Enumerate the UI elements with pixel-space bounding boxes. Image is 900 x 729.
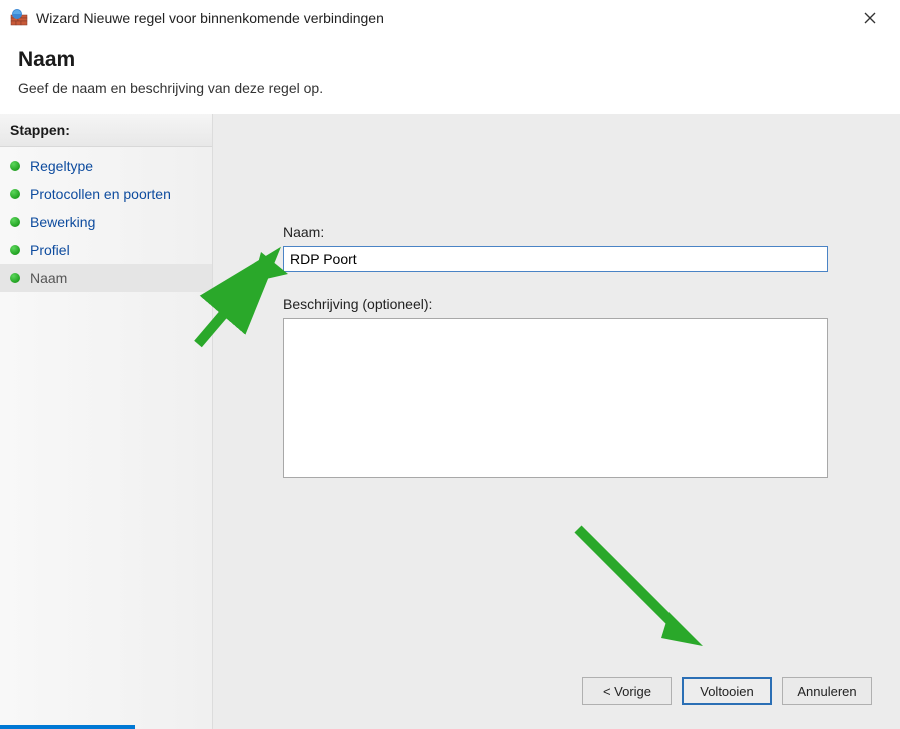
checkmark-icon bbox=[10, 245, 20, 255]
main-panel: Naam: Beschrijving (optioneel): bbox=[213, 114, 900, 729]
step-label: Regeltype bbox=[30, 158, 93, 174]
step-bewerking[interactable]: Bewerking bbox=[0, 208, 212, 236]
wizard-buttons: < Vorige Voltooien Annuleren bbox=[582, 677, 872, 705]
firewall-icon bbox=[10, 9, 28, 27]
step-naam[interactable]: Naam bbox=[0, 264, 212, 292]
annotation-arrow-icon bbox=[563, 514, 723, 674]
step-protocollen[interactable]: Protocollen en poorten bbox=[0, 180, 212, 208]
checkmark-icon bbox=[10, 217, 20, 227]
checkmark-icon bbox=[10, 161, 20, 171]
titlebar: Wizard Nieuwe regel voor binnenkomende v… bbox=[0, 0, 900, 36]
step-regeltype[interactable]: Regeltype bbox=[0, 152, 212, 180]
cancel-button[interactable]: Annuleren bbox=[782, 677, 872, 705]
page-title: Naam bbox=[18, 48, 882, 72]
close-button[interactable] bbox=[850, 4, 890, 32]
description-input[interactable] bbox=[283, 318, 828, 478]
close-icon bbox=[864, 12, 876, 24]
wizard-body: Stappen: Regeltype Protocollen en poorte… bbox=[0, 114, 900, 729]
form-area: Naam: Beschrijving (optioneel): bbox=[213, 114, 900, 481]
step-label: Naam bbox=[30, 270, 67, 286]
name-input[interactable] bbox=[283, 246, 828, 272]
page-subtitle: Geef de naam en beschrijving van deze re… bbox=[18, 80, 882, 96]
description-label: Beschrijving (optioneel): bbox=[283, 296, 840, 312]
wizard-header: Naam Geef de naam en beschrijving van de… bbox=[0, 36, 900, 114]
name-group: Naam: bbox=[283, 224, 840, 272]
steps-heading: Stappen: bbox=[0, 114, 212, 147]
step-label: Profiel bbox=[30, 242, 70, 258]
steps-list: Regeltype Protocollen en poorten Bewerki… bbox=[0, 147, 212, 297]
steps-sidebar: Stappen: Regeltype Protocollen en poorte… bbox=[0, 114, 213, 729]
wizard-window: Wizard Nieuwe regel voor binnenkomende v… bbox=[0, 0, 900, 729]
progress-indicator bbox=[0, 725, 135, 729]
description-group: Beschrijving (optioneel): bbox=[283, 296, 840, 481]
checkmark-icon bbox=[10, 273, 20, 283]
window-title: Wizard Nieuwe regel voor binnenkomende v… bbox=[36, 10, 850, 26]
checkmark-icon bbox=[10, 189, 20, 199]
step-label: Protocollen en poorten bbox=[30, 186, 171, 202]
step-profiel[interactable]: Profiel bbox=[0, 236, 212, 264]
back-button[interactable]: < Vorige bbox=[582, 677, 672, 705]
finish-button[interactable]: Voltooien bbox=[682, 677, 772, 705]
step-label: Bewerking bbox=[30, 214, 95, 230]
name-label: Naam: bbox=[283, 224, 840, 240]
